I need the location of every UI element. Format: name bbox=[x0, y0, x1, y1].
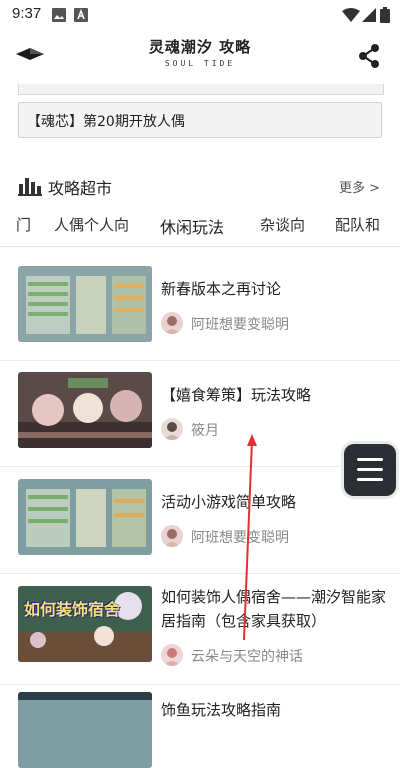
article-thumbnail bbox=[18, 266, 152, 342]
thumbnail-caption: 如何装饰宿舍 bbox=[24, 600, 121, 619]
tab-chat[interactable]: 杂谈向 bbox=[260, 214, 305, 235]
article-title: 如何装饰人偶宿舍——潮汐智能家居指南（包含家具获取） bbox=[161, 588, 387, 630]
author-name: 阿班想要变聪明 bbox=[191, 530, 289, 546]
tab-casual-play[interactable]: 休闲玩法 bbox=[160, 214, 224, 238]
section-title: 攻略超市 bbox=[48, 179, 113, 198]
avatar bbox=[161, 525, 183, 547]
author-name: 云朵与天空的神话 bbox=[191, 649, 303, 665]
avatar bbox=[161, 644, 183, 666]
article-title: 新春版本之再讨论 bbox=[161, 280, 282, 298]
tab-partial-left[interactable]: 门 bbox=[16, 214, 31, 235]
notice-card[interactable]: 【魂芯】第20期开放人偶 bbox=[18, 102, 382, 138]
article-thumbnail bbox=[18, 692, 152, 768]
article-thumbnail bbox=[18, 372, 152, 448]
article-item[interactable]: 活动小游戏简单攻略 阿班想要变聪明 bbox=[0, 467, 400, 574]
notice-card-edge bbox=[18, 84, 384, 95]
avatar bbox=[161, 418, 183, 440]
article-thumbnail: 如何装饰宿舍 bbox=[18, 586, 152, 662]
category-tabs: 门 人偶个人向 休闲玩法 杂谈向 配队和 bbox=[0, 210, 400, 247]
article-item[interactable]: 【嬉食筹策】玩法攻略 筱月 bbox=[0, 360, 400, 467]
notice-text: 【魂芯】第20期开放人偶 bbox=[27, 114, 185, 130]
article-title: 饰鱼玩法攻略指南 bbox=[161, 701, 282, 719]
author-name: 筱月 bbox=[191, 423, 219, 439]
article-thumbnail bbox=[18, 479, 152, 555]
tab-doll-personal[interactable]: 人偶个人向 bbox=[54, 214, 129, 235]
back-button[interactable] bbox=[14, 40, 48, 68]
signal-icon bbox=[362, 7, 376, 26]
notification-a-icon bbox=[74, 7, 88, 26]
app-logo: 灵魂潮汐 攻略 SOUL TIDE bbox=[140, 36, 260, 76]
wifi-icon bbox=[342, 7, 360, 26]
floating-menu-button[interactable] bbox=[344, 444, 396, 496]
article-item[interactable]: 饰鱼玩法攻略指南 bbox=[0, 684, 400, 768]
logo-main: 灵魂潮汐 攻略 bbox=[148, 38, 252, 56]
avatar bbox=[161, 312, 183, 334]
back-arrow-icon bbox=[16, 48, 44, 60]
photo-icon bbox=[52, 7, 66, 26]
article-title: 【嬉食筹策】玩法攻略 bbox=[161, 386, 312, 404]
article-item[interactable]: 新春版本之再讨论 阿班想要变聪明 bbox=[0, 254, 400, 361]
author-name: 阿班想要变聪明 bbox=[191, 317, 289, 333]
share-icon bbox=[359, 44, 379, 68]
section-header: 攻略超市 更多 > bbox=[0, 168, 400, 204]
status-bar: 9:37 bbox=[0, 0, 400, 28]
app-header: 灵魂潮汐 攻略 SOUL TIDE bbox=[0, 28, 400, 84]
more-link[interactable]: 更多 > bbox=[339, 177, 380, 196]
logo-sub: SOUL TIDE bbox=[164, 59, 236, 68]
status-time: 9:37 bbox=[12, 5, 42, 22]
share-button[interactable] bbox=[354, 40, 384, 70]
active-tab-indicator bbox=[178, 240, 222, 246]
city-skyline-icon bbox=[18, 174, 42, 196]
article-item[interactable]: 如何装饰宿舍 如何装饰人偶宿舍——潮汐智能家居指南（包含家具获取） 云朵与天空的… bbox=[0, 574, 400, 685]
tab-team-partial[interactable]: 配队和 bbox=[335, 214, 380, 235]
battery-icon bbox=[380, 7, 390, 27]
